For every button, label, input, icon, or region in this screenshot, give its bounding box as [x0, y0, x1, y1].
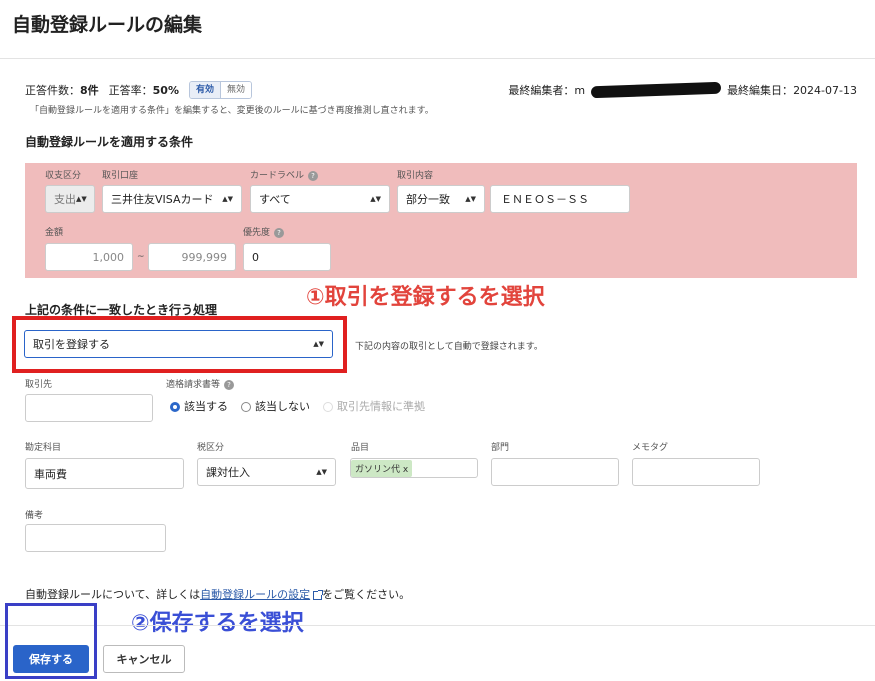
correct-count: 8件: [80, 84, 99, 97]
last-editor-suffix: m: [574, 83, 586, 97]
correct-rate-label: 正答率：: [108, 84, 153, 97]
toggle-enabled[interactable]: 有効: [190, 82, 222, 98]
save-button[interactable]: 保存する: [13, 645, 89, 673]
action-select[interactable]: 取引を登録する ▲▼: [24, 330, 333, 358]
account-item-label: 勘定科目: [25, 443, 62, 453]
remarks-input[interactable]: [25, 524, 166, 552]
radio-follow: [323, 402, 333, 412]
select-arrow-icon: ▲▼: [76, 195, 87, 203]
redacted-editor-name: [590, 81, 722, 99]
memo-tag-label: メモタグ: [632, 443, 669, 453]
card-label-select[interactable]: すべて ▲▼: [250, 185, 390, 213]
tax-label: 税区分: [197, 443, 225, 453]
account-item-input[interactable]: 車両費: [25, 458, 184, 489]
radio-yes[interactable]: [170, 402, 180, 412]
status-toggle: 有効 無効: [189, 81, 253, 99]
item-tag[interactable]: ガソリン代 x: [351, 459, 413, 477]
select-arrow-icon: ▲▼: [465, 195, 476, 203]
correct-rate: 50%: [152, 83, 179, 97]
item-tag-input[interactable]: ガソリン代 x: [350, 458, 478, 478]
external-link-icon: [313, 589, 324, 600]
item-label: 品目: [351, 443, 370, 453]
select-arrow-icon: ▲▼: [316, 468, 327, 476]
radio-no[interactable]: [241, 402, 251, 412]
remarks-label: 備考: [25, 511, 44, 521]
content-label: 取引内容: [397, 171, 434, 181]
priority-input[interactable]: 0: [243, 243, 331, 271]
match-type-select[interactable]: 部分一致 ▲▼: [397, 185, 485, 213]
select-arrow-icon: ▲▼: [313, 340, 324, 348]
info-suffix: をご覧ください。: [322, 588, 411, 601]
department-input[interactable]: [491, 458, 619, 486]
rule-stats: 正答件数： 8件 正答率： 50% 有効 無効: [25, 81, 253, 99]
edit-info: 最終編集者： m 最終編集日： 2024-07-13: [508, 81, 857, 99]
page-title: 自動登録ルールの編集: [12, 14, 203, 36]
last-editor-label: 最終編集者：: [508, 84, 575, 97]
invoice-label: 適格請求書等?: [166, 377, 235, 390]
divider: [0, 58, 875, 59]
radio-no-label: 該当しない: [255, 400, 310, 413]
priority-label: 優先度?: [243, 225, 285, 238]
account-label: 取引口座: [102, 171, 139, 181]
memo-tag-input[interactable]: [632, 458, 760, 486]
type-select: 支出 ▲▼: [45, 185, 95, 213]
annotation-step1: ①取引を登録するを選択: [306, 285, 545, 310]
help-icon[interactable]: ?: [224, 379, 235, 390]
content-input[interactable]: ＥＮＥＯＳ－ＳＳ: [490, 185, 630, 213]
annotation-step2: ②保存するを選択: [131, 611, 304, 636]
card-label-label: カードラベル?: [250, 168, 319, 181]
action-note: 下記の内容の取引として自動で登録されます。: [355, 342, 543, 352]
amount-range-separator: ~: [137, 252, 145, 262]
edit-note: 「自動登録ルールを適用する条件」を編集すると、変更後のルールに基づき再度推測し直…: [30, 106, 434, 116]
select-arrow-icon: ▲▼: [370, 195, 381, 203]
radio-follow-label: 取引先情報に準拠: [337, 400, 425, 413]
cancel-button[interactable]: キャンセル: [103, 645, 185, 673]
amount-label: 金額: [45, 228, 64, 238]
tax-select[interactable]: 課対仕入 ▲▼: [197, 458, 336, 486]
conditions-heading: 自動登録ルールを適用する条件: [25, 135, 194, 149]
radio-yes-label: 該当する: [184, 400, 228, 413]
last-edited-label: 最終編集日：: [727, 84, 794, 97]
correct-count-label: 正答件数：: [25, 84, 80, 97]
info-text: 自動登録ルールについて、詳しくは自動登録ルールの設定 をご覧ください。: [25, 586, 410, 602]
partner-label: 取引先: [25, 380, 53, 390]
last-edited-date: 2024-07-13: [793, 83, 857, 97]
toggle-disabled[interactable]: 無効: [221, 82, 252, 98]
amount-max-input[interactable]: 999,999: [148, 243, 236, 271]
partner-input[interactable]: [25, 394, 153, 422]
department-label: 部門: [491, 443, 510, 453]
invoice-radio-group: 該当する 該当しない 取引先情報に準拠: [170, 398, 425, 414]
info-prefix: 自動登録ルールについて、詳しくは: [25, 588, 201, 601]
help-icon[interactable]: ?: [274, 227, 285, 238]
select-arrow-icon: ▲▼: [222, 195, 233, 203]
account-select[interactable]: 三井住友VISAカード ▲▼: [102, 185, 242, 213]
help-icon[interactable]: ?: [308, 170, 319, 181]
amount-min-input[interactable]: 1,000: [45, 243, 133, 271]
rule-settings-link[interactable]: 自動登録ルールの設定: [200, 588, 310, 601]
type-label: 収支区分: [45, 171, 82, 181]
divider: [0, 625, 875, 626]
